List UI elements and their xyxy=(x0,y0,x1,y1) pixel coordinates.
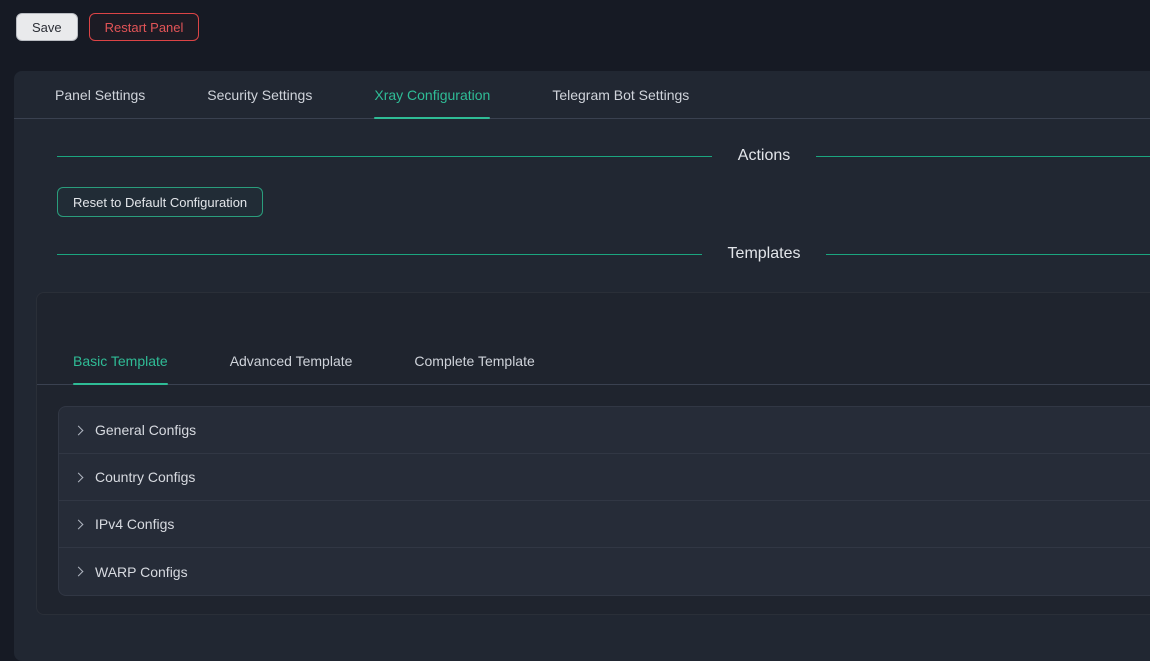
tab-security-settings[interactable]: Security Settings xyxy=(207,71,312,118)
templates-card: Basic Template Advanced Template Complet… xyxy=(36,292,1150,615)
collapse-item-label: General Configs xyxy=(95,422,196,438)
tab-telegram-bot-settings[interactable]: Telegram Bot Settings xyxy=(552,71,689,118)
collapse-item-label: Country Configs xyxy=(95,469,195,485)
tab-panel-settings[interactable]: Panel Settings xyxy=(55,71,145,118)
templates-divider-label: Templates xyxy=(728,245,801,263)
template-tabbar: Basic Template Advanced Template Complet… xyxy=(37,337,1150,385)
collapse-item-label: WARP Configs xyxy=(95,564,188,580)
tab-advanced-template[interactable]: Advanced Template xyxy=(230,337,353,384)
chevron-right-icon xyxy=(74,567,84,577)
tab-basic-template[interactable]: Basic Template xyxy=(73,337,168,384)
chevron-right-icon xyxy=(74,519,84,529)
tab-xray-configuration[interactable]: Xray Configuration xyxy=(374,71,490,118)
tab-complete-template[interactable]: Complete Template xyxy=(414,337,534,384)
chevron-right-icon xyxy=(74,472,84,482)
actions-row: Reset to Default Configuration xyxy=(14,165,1150,217)
restart-panel-button[interactable]: Restart Panel xyxy=(89,13,200,41)
save-button[interactable]: Save xyxy=(16,13,78,41)
actions-divider: Actions xyxy=(14,147,1150,165)
collapse-item-general-configs[interactable]: General Configs xyxy=(59,407,1150,454)
collapse-item-country-configs[interactable]: Country Configs xyxy=(59,454,1150,501)
collapse-item-ipv4-configs[interactable]: IPv4 Configs xyxy=(59,501,1150,548)
settings-card: Panel Settings Security Settings Xray Co… xyxy=(14,71,1150,661)
reset-default-config-button[interactable]: Reset to Default Configuration xyxy=(57,187,263,217)
collapse-item-warp-configs[interactable]: WARP Configs xyxy=(59,548,1150,595)
top-action-bar: Save Restart Panel xyxy=(0,0,1150,55)
collapse-item-label: IPv4 Configs xyxy=(95,516,174,532)
chevron-right-icon xyxy=(74,425,84,435)
actions-divider-label: Actions xyxy=(738,147,790,165)
settings-tabbar: Panel Settings Security Settings Xray Co… xyxy=(14,71,1150,119)
templates-divider: Templates xyxy=(14,245,1150,263)
config-collapse-list: General Configs Country Configs IPv4 Con… xyxy=(58,406,1150,596)
